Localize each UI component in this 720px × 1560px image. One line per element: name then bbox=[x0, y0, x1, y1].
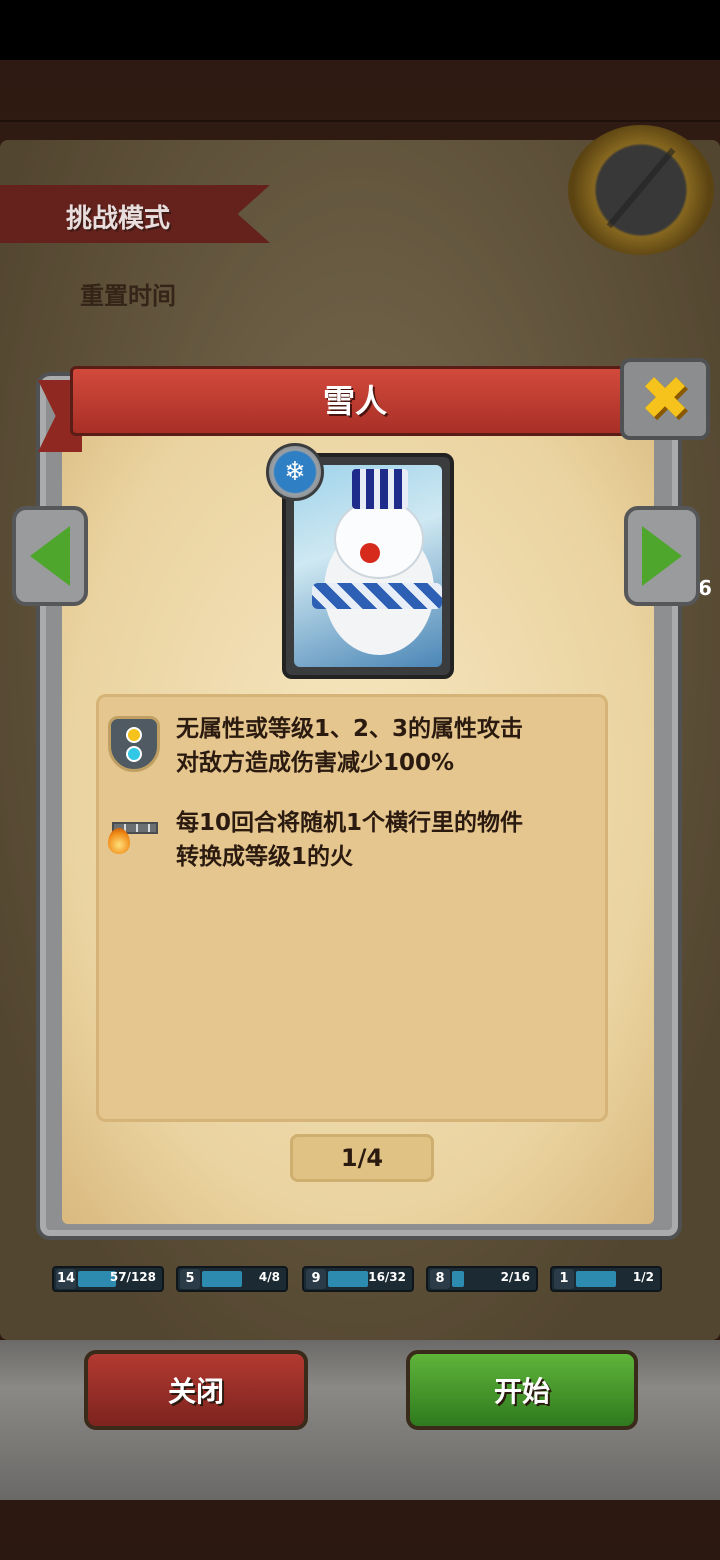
arrow-left-icon bbox=[30, 526, 70, 586]
snowman-scarf bbox=[312, 583, 442, 609]
snowman-portrait bbox=[294, 465, 442, 667]
ability-2-line-2: 转换成等级1的火 bbox=[176, 844, 354, 870]
blue-orb-icon bbox=[126, 745, 142, 762]
fire-icon bbox=[108, 828, 130, 854]
previous-arrow-button[interactable] bbox=[12, 506, 88, 606]
arrow-right-icon bbox=[642, 526, 682, 586]
snowman-hat bbox=[352, 469, 408, 509]
snowflake-icon: ❄ bbox=[266, 443, 324, 501]
modal-close-button[interactable]: ✖ bbox=[620, 358, 710, 440]
snowman-head bbox=[334, 499, 424, 579]
shield-icon bbox=[108, 716, 160, 772]
ability-2-line-1: 每10回合将随机1个横行里的物件 bbox=[176, 810, 524, 836]
yellow-orb-icon bbox=[126, 726, 142, 743]
row-fire-icon bbox=[108, 820, 158, 854]
next-arrow-button[interactable] bbox=[624, 506, 700, 606]
ability-1-line-1: 无属性或等级1、2、3的属性攻击 bbox=[176, 716, 524, 742]
modal-title: 雪人 bbox=[322, 382, 387, 420]
page-indicator: 1/4 bbox=[290, 1134, 434, 1182]
snowman-nose bbox=[360, 543, 380, 563]
status-bar bbox=[0, 0, 720, 60]
close-icon: ✖ bbox=[639, 364, 691, 434]
ability-1-line-2: 对敌方造成伤害减少100% bbox=[176, 750, 455, 776]
